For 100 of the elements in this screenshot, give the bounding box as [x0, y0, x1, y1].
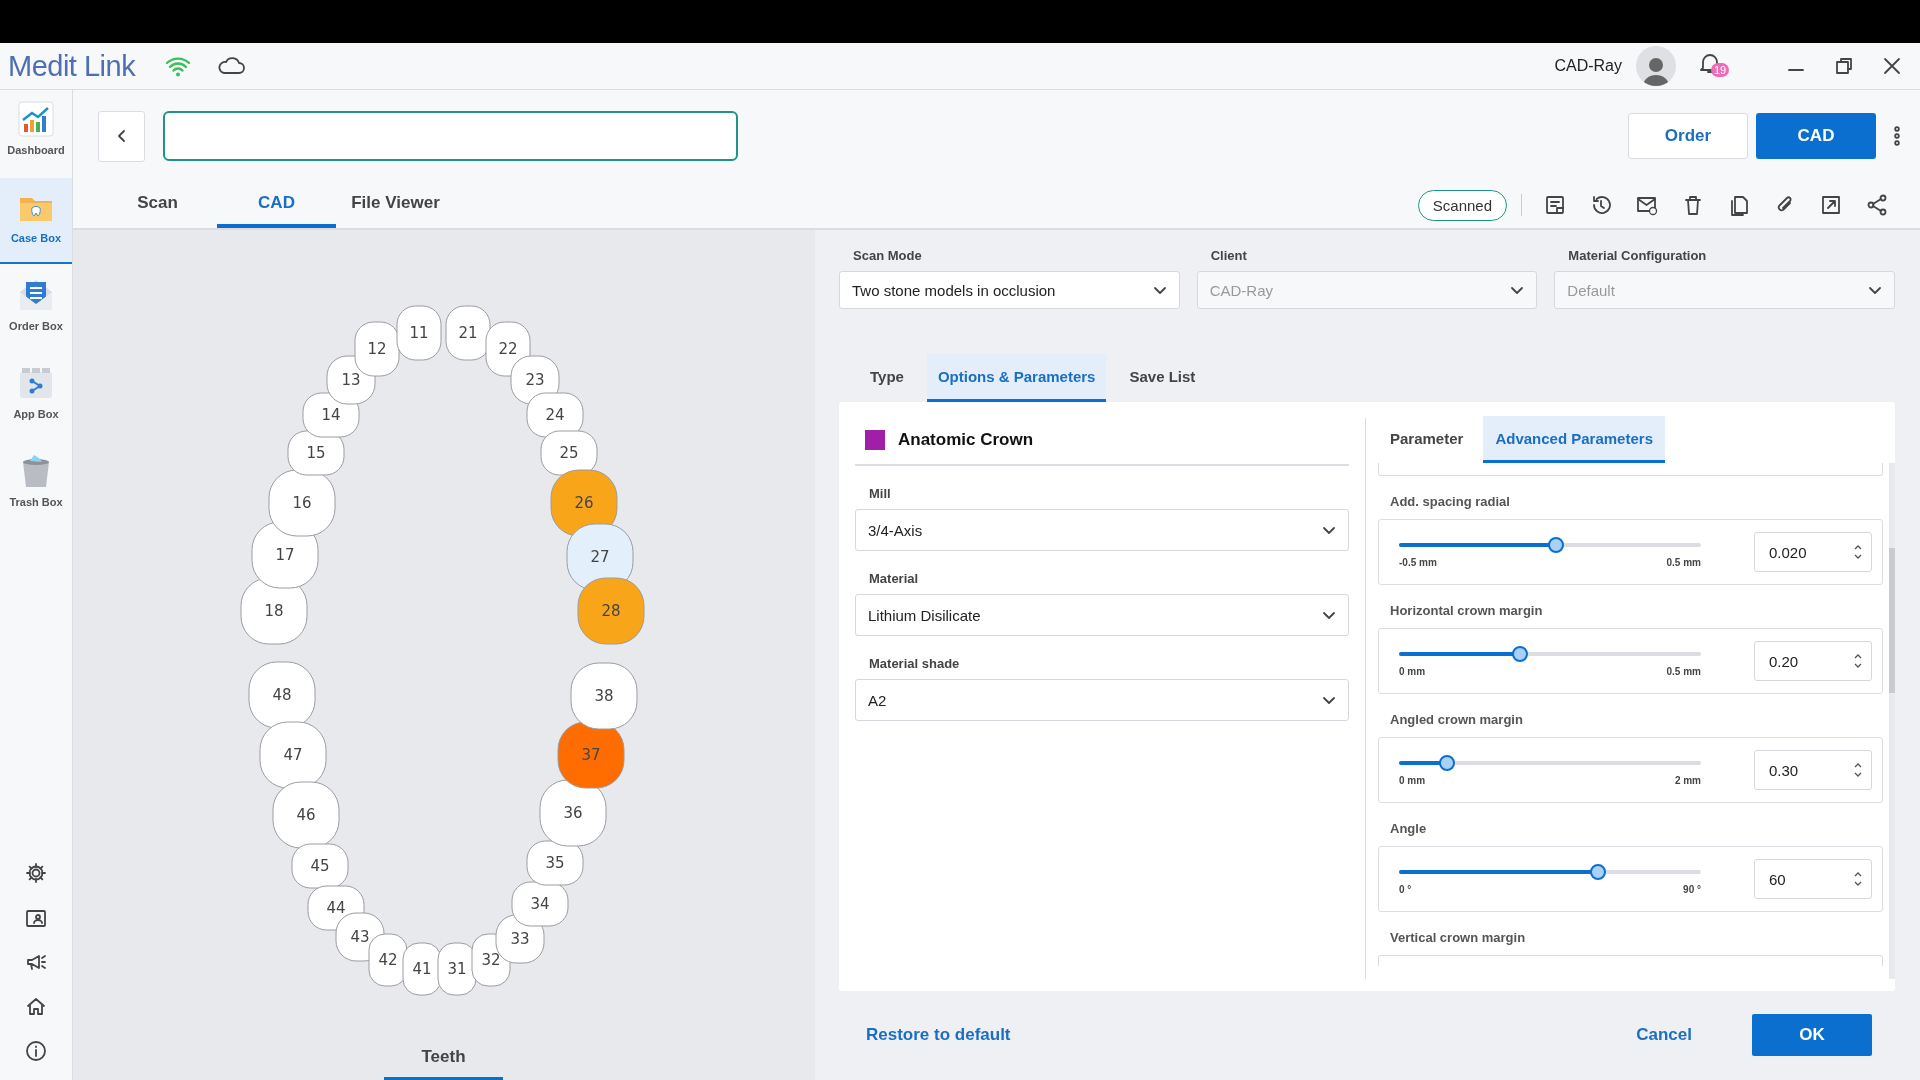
spinner-icon[interactable] — [1853, 652, 1863, 670]
tooth[interactable]: 28 — [577, 577, 645, 645]
tooth[interactable]: 31 — [437, 942, 477, 996]
slider-thumb[interactable] — [1439, 754, 1456, 771]
sidebar-item[interactable]: Dashboard — [0, 90, 72, 176]
sidebar-item[interactable]: Order Box — [0, 266, 72, 352]
ok-button[interactable]: OK — [1752, 1014, 1872, 1056]
copy-icon[interactable] — [1728, 194, 1750, 216]
chart-icon — [17, 100, 55, 138]
spinner-icon[interactable] — [1853, 761, 1863, 779]
contact-folder-icon[interactable] — [25, 908, 47, 928]
chevron-down-icon[interactable] — [1152, 285, 1167, 295]
field-label: Material — [868, 571, 920, 586]
tab[interactable]: File Viewer — [336, 182, 455, 228]
tooth[interactable]: 38 — [570, 662, 638, 730]
wifi-icon — [165, 55, 192, 77]
tooth[interactable]: 34 — [511, 881, 569, 927]
scrollbar-thumb[interactable] — [1889, 548, 1895, 693]
note-icon[interactable] — [1544, 194, 1566, 216]
cloud-icon — [217, 57, 246, 75]
field-label: Mill — [868, 486, 892, 501]
tab[interactable]: Teeth — [384, 1047, 503, 1080]
tooth[interactable]: 24 — [526, 392, 584, 438]
dropdown: Default — [1554, 271, 1895, 309]
status-badge: Scanned — [1417, 189, 1507, 221]
field-label: Client — [1209, 248, 1248, 263]
spinner-icon[interactable] — [1853, 870, 1863, 888]
scrollbar[interactable] — [1889, 463, 1895, 979]
slider[interactable] — [1399, 645, 1701, 662]
tab[interactable]: Parameter — [1378, 416, 1476, 463]
sidebar-item[interactable]: Trash Box — [0, 442, 72, 528]
notification-badge: 19 — [1711, 63, 1730, 77]
tooth[interactable]: 18 — [240, 577, 308, 645]
search-field[interactable] — [163, 111, 738, 161]
secondary-button[interactable]: Order — [1628, 113, 1748, 159]
tooth[interactable]: 48 — [248, 661, 316, 729]
spinner-icon[interactable] — [1853, 543, 1863, 561]
avatar[interactable] — [1636, 46, 1676, 86]
tooth[interactable]: 37 — [557, 721, 625, 789]
restore-icon[interactable] — [1834, 56, 1854, 76]
tooth[interactable]: 46 — [272, 781, 340, 849]
parameter-label: Horizontal crown margin — [1389, 602, 1544, 620]
tooth[interactable]: 21 — [445, 305, 491, 361]
parameter-label: Add. spacing radial — [1389, 493, 1511, 511]
app-logo: Medit Link — [8, 49, 136, 83]
slider-thumb[interactable] — [1548, 536, 1565, 553]
tooth[interactable]: 45 — [291, 843, 349, 889]
cancel-button[interactable]: Cancel — [1636, 1025, 1692, 1045]
field-label: Material Configuration — [1567, 248, 1708, 263]
tooth[interactable]: 42 — [368, 933, 408, 987]
restore-link[interactable]: Restore to default — [866, 1025, 1011, 1045]
parameter-label: Vertical crown margin — [1389, 929, 1527, 947]
mail-icon[interactable] — [1636, 194, 1658, 216]
slider-max-label: 0.5 mm — [1666, 556, 1701, 568]
delete-icon[interactable] — [1682, 194, 1704, 216]
tab[interactable]: Type — [859, 354, 915, 402]
slider[interactable] — [1399, 754, 1701, 771]
slider-max-label: 2 mm — [1674, 774, 1701, 786]
tab[interactable]: Options & Parameters — [926, 354, 1107, 402]
dropdown[interactable]: 3/4-Axis — [855, 509, 1349, 551]
slider[interactable] — [1399, 863, 1701, 880]
home-icon[interactable] — [25, 996, 47, 1016]
info-icon[interactable] — [25, 1040, 47, 1062]
tab[interactable]: Advanced Parameters — [1483, 416, 1665, 463]
chevron-down-icon[interactable] — [1322, 695, 1336, 705]
chevron-down-icon[interactable] — [1322, 610, 1336, 620]
tooth[interactable]: 16 — [268, 469, 336, 537]
number-field[interactable]: 0.20 — [1754, 641, 1872, 681]
share-icon[interactable] — [1866, 194, 1888, 216]
number-field[interactable]: 0.020 — [1754, 532, 1872, 572]
megaphone-icon[interactable] — [25, 952, 47, 972]
tooth[interactable]: 25 — [540, 430, 598, 476]
slider-thumb[interactable] — [1590, 863, 1607, 880]
sidebar-item[interactable]: App Box — [0, 354, 72, 440]
tab[interactable]: Save List — [1118, 354, 1207, 402]
field-label: Material shade — [868, 656, 961, 671]
dropdown[interactable]: A2 — [855, 679, 1349, 721]
number-field[interactable]: 0.30 — [1754, 750, 1872, 790]
close-icon[interactable] — [1882, 56, 1902, 76]
slider[interactable] — [1399, 536, 1701, 553]
more-icon[interactable] — [1894, 126, 1900, 146]
open-external-icon[interactable] — [1820, 194, 1842, 216]
tooth[interactable]: 41 — [402, 942, 442, 996]
parameter-label: Angled crown margin — [1389, 711, 1524, 729]
tooth[interactable]: 35 — [526, 840, 584, 886]
history-icon[interactable] — [1590, 194, 1612, 216]
tooth[interactable]: 36 — [539, 779, 607, 847]
number-field[interactable]: 60 — [1754, 859, 1872, 899]
tab[interactable]: Scan — [98, 182, 217, 228]
tooth[interactable]: 11 — [396, 305, 442, 361]
settings-icon[interactable] — [25, 862, 47, 884]
tooth[interactable]: 47 — [259, 721, 327, 789]
chevron-down-icon[interactable] — [1322, 525, 1336, 535]
slider-thumb[interactable] — [1511, 645, 1528, 662]
chevron-left-icon — [116, 129, 127, 143]
slider-min-label: 0 ° — [1399, 883, 1412, 895]
sidebar-item[interactable]: Case Box — [0, 178, 72, 264]
dropdown[interactable]: Lithium Disilicate — [855, 594, 1349, 636]
dropdown[interactable]: Two stone models in occlusion — [839, 271, 1180, 309]
primary-button[interactable]: CAD — [1756, 113, 1876, 159]
